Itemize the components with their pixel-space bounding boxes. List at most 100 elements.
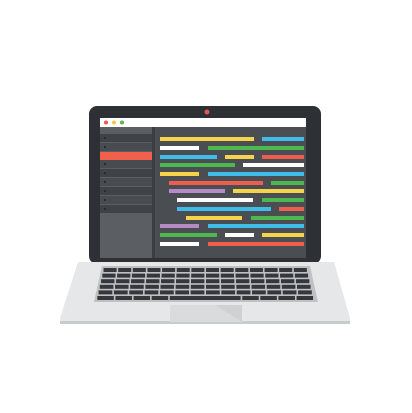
code-line-segment — [160, 163, 235, 167]
keyboard-key — [206, 273, 220, 278]
sidebar-item-bullet-icon — [104, 199, 106, 201]
code-line-segment — [160, 224, 199, 228]
code-line-segment — [186, 216, 242, 220]
code-line-segment — [160, 146, 199, 150]
code-line-segment — [160, 242, 199, 246]
code-line-segment — [160, 155, 217, 159]
keyboard-key — [249, 268, 263, 272]
sidebar-item — [100, 178, 152, 186]
keyboard-key — [191, 268, 205, 272]
keyboard-key — [266, 284, 281, 289]
keyboard-key — [265, 273, 279, 278]
code-line-segment — [262, 137, 304, 141]
keyboard-key — [162, 268, 176, 272]
code-line-segment — [160, 233, 217, 237]
keyboard-key — [190, 284, 205, 289]
sidebar-divider — [152, 127, 155, 258]
keyboard-key — [103, 268, 117, 272]
code-line-segment — [262, 198, 304, 202]
keyboard-key — [298, 290, 312, 295]
sidebar-item — [100, 169, 152, 177]
code-line-segment — [208, 224, 304, 228]
keyboard-key — [175, 284, 190, 289]
keyboard-key — [206, 268, 220, 272]
keyboard-key — [176, 273, 190, 278]
keyboard-key — [297, 284, 311, 289]
keyboard-key — [132, 268, 146, 272]
keyboard-key — [161, 273, 175, 278]
sidebar-item-bullet-icon — [104, 137, 106, 139]
sidebar-item-bullet-icon — [104, 190, 106, 192]
code-line-segment — [160, 137, 254, 141]
code-line-segment — [169, 189, 225, 193]
code-line-segment — [225, 233, 254, 237]
sidebar-item-bullet-icon — [104, 181, 106, 183]
code-line-segment — [279, 207, 304, 211]
keyboard-key — [294, 273, 309, 278]
sidebar-item-bullet-icon — [104, 172, 106, 174]
keyboard-key — [235, 268, 249, 272]
window-button-icon — [104, 120, 108, 125]
code-line-segment — [160, 172, 199, 176]
code-line-segment — [208, 146, 304, 150]
keyboard-key — [98, 290, 113, 295]
keyboard-key — [250, 273, 264, 278]
keyboard-key — [159, 290, 174, 295]
keyboard-key — [235, 273, 249, 278]
keyboard-key — [102, 273, 116, 278]
keyboard-key — [133, 296, 151, 300]
keyboard-key — [151, 296, 169, 300]
keyboard-key — [206, 284, 220, 289]
keyboard-key — [176, 268, 190, 272]
keyboard-key — [295, 279, 310, 284]
keyboard-key — [169, 296, 241, 300]
code-line-segment — [225, 155, 254, 159]
code-line-segment — [243, 163, 304, 167]
keyboard-key — [145, 284, 159, 289]
code-line-segment — [262, 155, 304, 159]
keyboard-key — [220, 268, 234, 272]
keyboard-key — [280, 273, 294, 278]
keyboard-key — [101, 279, 115, 284]
keyboard-key — [175, 290, 190, 295]
keyboard-key — [281, 284, 296, 289]
keyboard-key — [235, 279, 250, 284]
window-button-icon — [112, 120, 116, 125]
code-line-segment — [208, 172, 304, 176]
keyboard-key — [99, 284, 114, 289]
code-line-segment — [233, 189, 304, 193]
keyboard-key — [129, 290, 144, 295]
keyboard-key — [146, 273, 160, 278]
keyboard-key — [131, 273, 146, 278]
keyboard-key — [118, 268, 132, 272]
keyboard-key — [282, 290, 297, 295]
keyboard-key — [191, 273, 205, 278]
code-line-segment — [262, 233, 304, 237]
sidebar-item — [100, 134, 152, 142]
keyboard-key — [250, 279, 265, 284]
sidebar-item-bullet-icon — [104, 146, 106, 148]
keyboard-key — [279, 268, 293, 272]
keyboard-key — [278, 296, 295, 300]
keyboard-key — [144, 290, 159, 295]
sidebar-item — [100, 187, 152, 195]
code-line-segment — [177, 198, 253, 202]
keyboard-key — [221, 290, 236, 295]
sidebar-item-bullet-icon — [104, 208, 106, 210]
keyboard-key — [280, 279, 295, 284]
sidebar-item — [100, 143, 152, 151]
keyboard-key — [191, 279, 205, 284]
code-line-segment — [208, 242, 304, 246]
keyboard-key — [220, 279, 235, 284]
webcam — [204, 109, 210, 115]
sidebar-item — [100, 160, 152, 168]
keyboard-key — [116, 279, 130, 284]
keyboard-key — [190, 290, 205, 295]
window-titlebar — [100, 118, 306, 127]
keyboard-key — [97, 296, 114, 300]
keyboard-key — [293, 268, 307, 272]
keyboard-key — [161, 279, 175, 284]
laptop-illustration — [60, 106, 350, 324]
keyboard-key — [114, 284, 129, 289]
keyboard-key — [147, 268, 161, 272]
